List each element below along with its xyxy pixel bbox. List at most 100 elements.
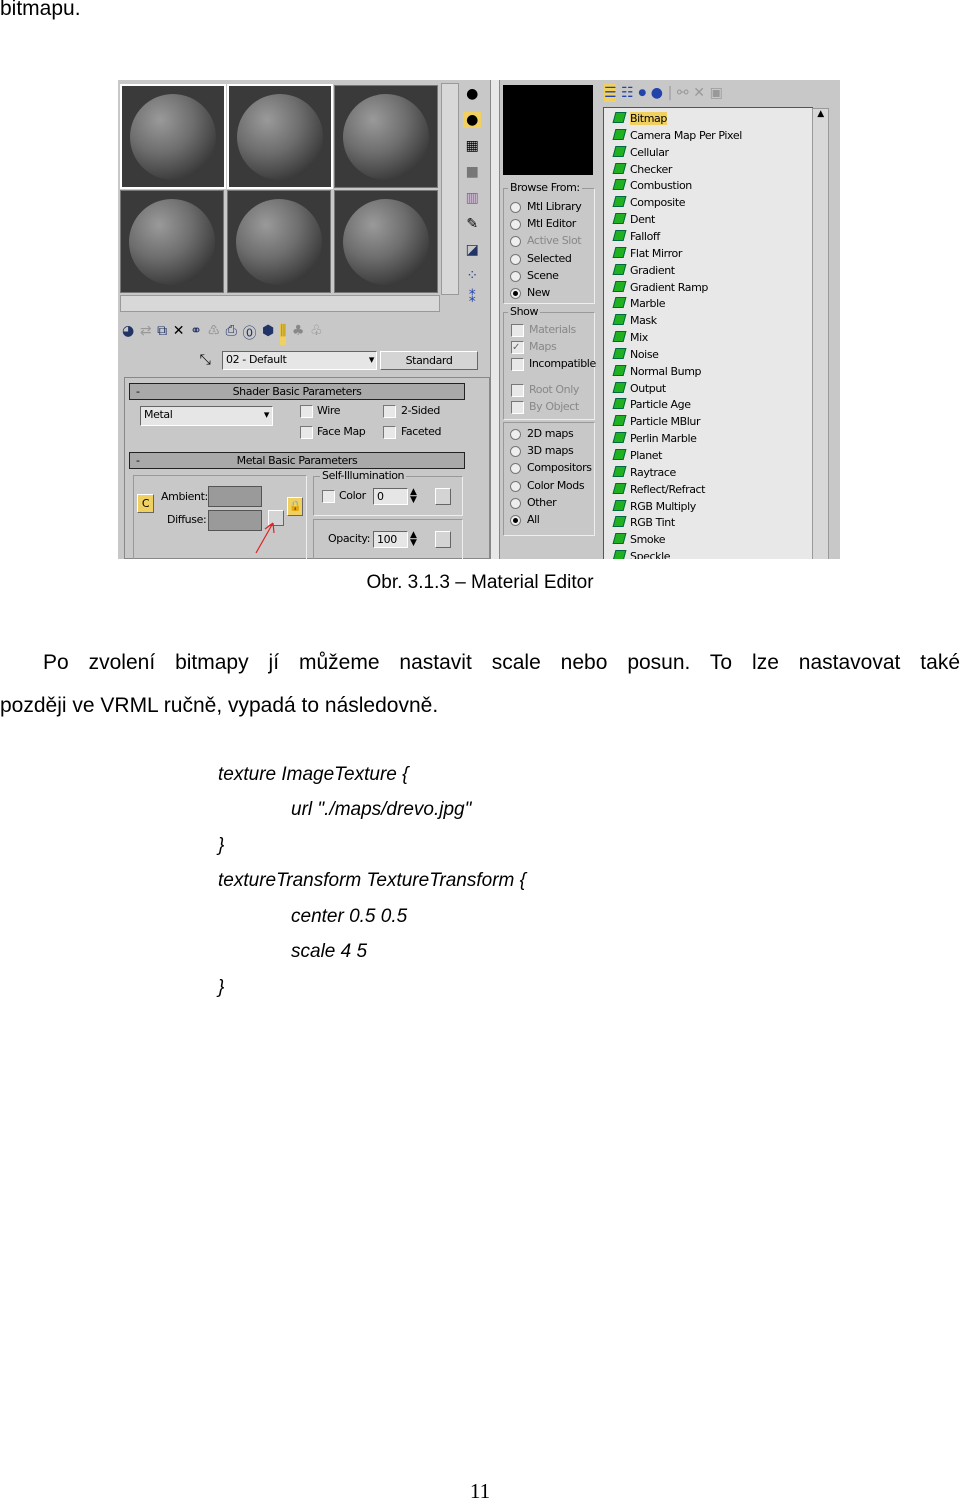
collapse-toggle[interactable]: - — [136, 384, 140, 399]
view-large-icons-icon[interactable]: ● — [651, 84, 663, 102]
map-list-item[interactable]: Raytrace — [612, 465, 676, 481]
metal-rollout-header[interactable]: - Metal Basic Parameters — [129, 452, 465, 469]
map-name: Noise — [630, 347, 659, 361]
map-list-item[interactable]: Perlin Marble — [612, 431, 697, 447]
view-list-icons-icon[interactable]: ☷ — [621, 84, 634, 102]
red-arrow-annotation — [255, 522, 275, 554]
self-illumination-title: Self-Illumination — [320, 469, 407, 482]
map-filter-label: 3D maps — [527, 444, 574, 458]
map-filter-radio[interactable] — [510, 429, 521, 440]
map-list-scrollbar[interactable]: ▲ — [812, 108, 829, 559]
map-list-item[interactable]: Output — [612, 381, 666, 397]
map-list-item[interactable]: Particle MBlur — [612, 414, 701, 430]
browse-from-label: Scene — [527, 268, 559, 282]
wire-label: Wire — [317, 404, 341, 417]
browse-from-radio[interactable] — [510, 270, 521, 282]
code-line: } — [218, 835, 225, 856]
sample-slot — [120, 190, 224, 293]
map-filter-label: Color Mods — [527, 478, 585, 492]
map-list-item[interactable]: Composite — [612, 195, 686, 211]
shader-rollout-header[interactable]: - Shader Basic Parameters — [129, 383, 465, 400]
show-title: Show — [508, 305, 541, 318]
material-name-field[interactable]: 02 - Default ▾ — [222, 351, 377, 370]
map-type-icon — [612, 112, 627, 123]
lock-icon[interactable]: 🔒 — [287, 497, 303, 516]
clear-library-icon[interactable]: ▣ — [710, 84, 723, 102]
map-type-icon — [612, 516, 627, 528]
browse-from-radio[interactable] — [510, 202, 521, 213]
browse-from-radio[interactable] — [510, 253, 521, 265]
map-name: Raytrace — [630, 465, 676, 479]
map-list-item[interactable]: Checker — [612, 162, 672, 178]
map-list[interactable]: Bitmap Camera Map Per Pixel Cellular Checke… — [603, 107, 813, 559]
map-filter-label: Compositors — [527, 461, 592, 475]
map-name: RGB Tint — [630, 516, 675, 530]
map-filter-radio[interactable] — [510, 480, 521, 492]
map-list-item[interactable]: Flat Mirror — [612, 246, 682, 262]
map-filter-radio[interactable] — [510, 515, 521, 526]
view-list-icon[interactable]: ☰ — [604, 84, 617, 102]
material-type-button[interactable]: Standard — [380, 351, 478, 370]
map-list-item[interactable]: RGB Multiply — [612, 499, 696, 515]
map-list-item[interactable]: Smoke — [612, 532, 666, 548]
show-checkbox[interactable] — [511, 324, 524, 337]
map-list-item[interactable]: Normal Bump — [612, 364, 702, 380]
shader-dropdown[interactable]: Metal ▾ — [140, 406, 273, 426]
map-list-item[interactable]: Falloff — [612, 229, 660, 245]
show-checkbox[interactable] — [511, 401, 524, 414]
map-name: Output — [630, 381, 666, 395]
self-illum-spinner[interactable]: 0 — [373, 488, 408, 505]
opacity-map-button[interactable] — [435, 531, 451, 548]
show-checkbox[interactable]: ✓ — [511, 341, 524, 354]
map-list-item[interactable]: Particle Age — [612, 397, 691, 413]
view-small-icons-icon[interactable]: ● — [638, 84, 646, 102]
delete-icon[interactable]: ✕ — [693, 84, 705, 102]
map-list-item[interactable]: Noise — [612, 347, 659, 363]
collapse-toggle[interactable]: - — [136, 453, 140, 468]
update-scene-icon[interactable]: ⚯ — [677, 84, 689, 102]
lock-ambient-diffuse-button[interactable]: C — [137, 494, 154, 513]
face-map-checkbox[interactable] — [300, 426, 313, 439]
self-illum-color-checkbox[interactable] — [322, 490, 335, 503]
map-list-item[interactable]: Marble — [612, 296, 666, 312]
map-list-item[interactable]: RGB Tint — [612, 515, 675, 531]
map-filter-radio[interactable] — [510, 497, 521, 509]
map-list-item[interactable]: Mix — [612, 330, 648, 346]
map-list-item[interactable]: Bitmap — [612, 111, 667, 127]
map-list-item[interactable]: Mask — [612, 313, 657, 329]
chevron-down-icon[interactable]: ▾ — [264, 407, 270, 423]
show-checkbox[interactable] — [511, 384, 524, 397]
map-list-item[interactable]: Gradient — [612, 263, 675, 279]
face-map-label: Face Map — [317, 425, 366, 438]
wire-checkbox[interactable] — [300, 405, 313, 418]
opacity-spinner[interactable]: 100 — [373, 531, 408, 548]
browse-from-radio[interactable] — [510, 288, 521, 299]
map-name: Falloff — [630, 229, 660, 243]
code-line: url "./maps/drevo.jpg" — [291, 799, 472, 820]
map-list-item[interactable]: Reflect/Refract — [612, 482, 705, 498]
spinner-arrows-icon[interactable]: ▲ ▼ — [410, 488, 417, 505]
sphere-preview — [343, 93, 429, 180]
shader-value: Metal — [144, 408, 173, 421]
chevron-down-icon[interactable]: ▾ — [369, 352, 375, 368]
map-list-item[interactable]: Speckle — [612, 549, 671, 559]
show-checkbox[interactable] — [511, 358, 524, 371]
two-sided-label: 2-Sided — [401, 404, 440, 417]
show-map-icon: ⬢ — [262, 323, 274, 339]
map-type-icon — [612, 449, 627, 460]
map-list-item[interactable]: Combustion — [612, 178, 692, 194]
sphere-preview — [237, 93, 323, 180]
map-name: Planet — [630, 449, 663, 462]
ambient-color-swatch[interactable] — [208, 486, 262, 507]
two-sided-checkbox[interactable] — [383, 405, 396, 418]
map-type-icon — [612, 331, 627, 343]
faceted-checkbox[interactable] — [383, 426, 396, 439]
map-list-item[interactable]: Cellular — [612, 145, 669, 161]
self-illum-map-button[interactable] — [435, 488, 451, 505]
map-list-item[interactable]: Camera Map Per Pixel — [612, 128, 742, 144]
spinner-arrows-icon[interactable]: ▲ ▼ — [410, 531, 417, 548]
map-list-item[interactable]: Dent — [612, 212, 655, 228]
map-list-item[interactable]: Planet — [612, 448, 663, 464]
map-type-icon — [612, 465, 627, 477]
map-list-item[interactable]: Gradient Ramp — [612, 280, 708, 296]
